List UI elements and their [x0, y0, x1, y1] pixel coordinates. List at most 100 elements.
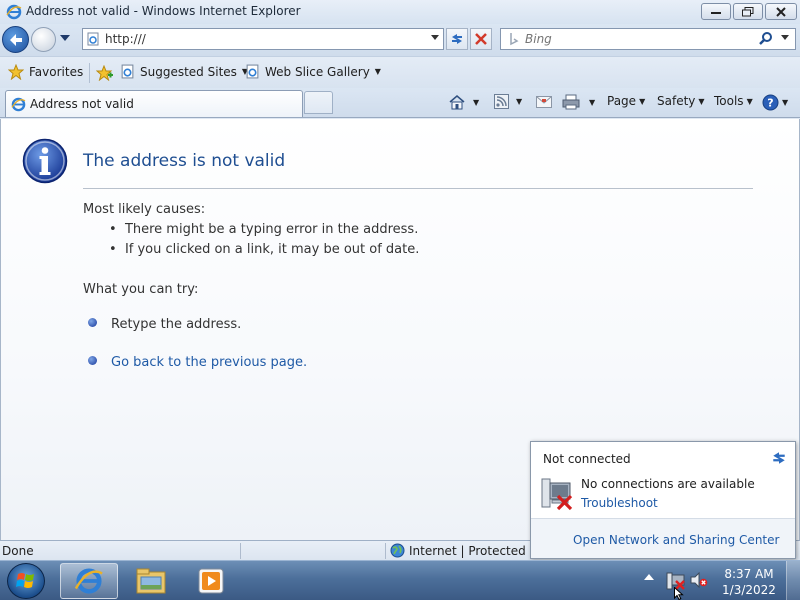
favorites-separator	[89, 63, 90, 83]
safety-menu-label: Safety	[657, 94, 696, 108]
svg-text:?: ?	[767, 97, 773, 110]
navigation-bar: http:///	[0, 24, 800, 56]
home-button[interactable]: ▼	[448, 94, 479, 110]
feeds-button[interactable]: ▼	[494, 94, 522, 109]
address-bar[interactable]: http:///	[82, 28, 444, 50]
refresh-button[interactable]	[446, 28, 468, 50]
status-separator	[385, 543, 386, 559]
internet-explorer-icon	[11, 97, 26, 112]
internet-explorer-icon	[6, 4, 22, 20]
web-slice-gallery-label: Web Slice Gallery	[265, 64, 370, 79]
tab-label: Address not valid	[30, 97, 134, 111]
page-icon	[246, 64, 259, 79]
read-mail-icon[interactable]	[536, 96, 552, 108]
bullet-dot-icon	[88, 318, 97, 327]
help-button[interactable]: ? ▼	[762, 94, 788, 111]
open-network-sharing-center-link[interactable]: Open Network and Sharing Center	[573, 533, 779, 547]
recent-pages-dropdown-icon[interactable]	[60, 34, 70, 42]
page-menu-label: Page	[607, 94, 637, 108]
taskbar-windows-explorer[interactable]	[122, 563, 180, 599]
mouse-cursor-icon	[674, 587, 684, 600]
cause-item: • There might be a typing error in the a…	[109, 222, 419, 237]
clock-date: 1/3/2022	[722, 583, 776, 597]
web-slice-gallery-button[interactable]: Web Slice Gallery ▼	[245, 64, 381, 79]
windows-logo-icon	[16, 573, 34, 588]
suggested-sites-button[interactable]: Suggested Sites ▼	[120, 64, 248, 79]
safety-menu[interactable]: Safety ▼	[657, 94, 705, 108]
security-zone[interactable]: Internet | Protected Mo	[390, 543, 547, 558]
favorites-button[interactable]: Favorites	[8, 64, 83, 80]
back-arrow-icon	[10, 34, 22, 46]
status-separator	[240, 543, 241, 559]
favorites-star-icon	[8, 64, 24, 80]
chevron-down-icon: ▼	[589, 97, 596, 107]
home-icon	[449, 95, 465, 110]
chevron-down-icon: ▼	[639, 96, 646, 106]
refresh-icon[interactable]	[771, 450, 787, 466]
cause-text: If you clicked on a link, it may be out …	[124, 242, 420, 257]
chevron-down-icon: ▼	[516, 97, 523, 106]
show-hidden-icons-icon[interactable]	[644, 573, 654, 581]
media-player-icon	[198, 568, 224, 594]
chevron-down-icon: ▼	[374, 67, 381, 76]
close-button[interactable]	[765, 3, 797, 20]
add-to-favorites-icon[interactable]	[96, 65, 114, 81]
bullet-dot-icon	[88, 356, 97, 365]
print-button[interactable]: ▼	[562, 94, 595, 110]
favorites-label: Favorites	[29, 65, 84, 79]
clock-time: 8:37 AM	[724, 567, 774, 581]
rss-feed-icon	[494, 94, 509, 109]
status-text: Done	[2, 544, 34, 558]
network-status-title: Not connected	[543, 452, 631, 466]
page-menu[interactable]: Page ▼	[607, 94, 645, 108]
try-heading: What you can try:	[83, 282, 199, 297]
back-button[interactable]	[2, 26, 29, 53]
network-popup-footer: Open Network and Sharing Center	[531, 518, 795, 558]
title-bar: Address not valid - Windows Internet Exp…	[0, 0, 800, 24]
globe-icon	[390, 543, 405, 558]
new-tab-button[interactable]	[304, 91, 333, 114]
page-title: The address is not valid	[83, 151, 286, 171]
retype-address-text: Retype the address.	[111, 317, 242, 332]
address-text[interactable]: http:///	[105, 32, 146, 46]
restore-button[interactable]	[733, 3, 763, 20]
tools-menu-label: Tools	[714, 94, 744, 108]
show-desktop-button[interactable]	[786, 561, 800, 600]
search-icon[interactable]	[759, 32, 773, 46]
search-dropdown-icon[interactable]	[781, 35, 789, 41]
volume-muted-icon[interactable]	[690, 572, 708, 588]
start-button[interactable]	[7, 563, 45, 599]
info-icon	[22, 138, 68, 184]
tools-menu[interactable]: Tools ▼	[714, 94, 753, 108]
minimize-icon	[711, 11, 721, 14]
window-title: Address not valid - Windows Internet Exp…	[26, 4, 301, 18]
minimize-button[interactable]	[701, 3, 731, 20]
chevron-down-icon: ▼	[782, 98, 789, 107]
go-back-link[interactable]: Go back to the previous page.	[111, 355, 307, 370]
chevron-down-icon: ▼	[746, 96, 753, 106]
restore-icon	[742, 6, 754, 16]
search-box[interactable]	[500, 28, 796, 50]
forward-button[interactable]	[31, 27, 56, 52]
chevron-down-icon: ▼	[473, 97, 480, 107]
divider	[83, 188, 753, 189]
network-disconnected-icon	[541, 478, 573, 511]
tab-address-not-valid[interactable]: Address not valid	[5, 90, 303, 117]
cause-text: There might be a typing error in the add…	[124, 222, 419, 237]
windows-explorer-icon	[136, 568, 166, 594]
network-popup: Not connected No connections are availab…	[530, 441, 796, 559]
network-message: No connections are available	[581, 477, 755, 491]
cause-item: • If you clicked on a link, it may be ou…	[109, 242, 420, 257]
taskbar-media-player[interactable]	[182, 563, 240, 599]
favorites-bar: Favorites Suggested Sites ▼ Web Slice Ga…	[0, 56, 800, 88]
troubleshoot-link[interactable]: Troubleshoot	[581, 496, 658, 510]
suggested-sites-label: Suggested Sites	[140, 64, 237, 79]
address-dropdown-icon[interactable]	[431, 34, 439, 42]
system-clock[interactable]: 8:37 AM 1/3/2022	[718, 566, 780, 598]
taskbar-internet-explorer[interactable]	[60, 563, 118, 599]
search-input[interactable]	[525, 31, 755, 47]
close-icon	[776, 6, 786, 17]
stop-button[interactable]	[470, 28, 492, 50]
security-zone-label: Internet | Protected Mo	[409, 543, 548, 558]
bing-icon	[510, 33, 519, 46]
